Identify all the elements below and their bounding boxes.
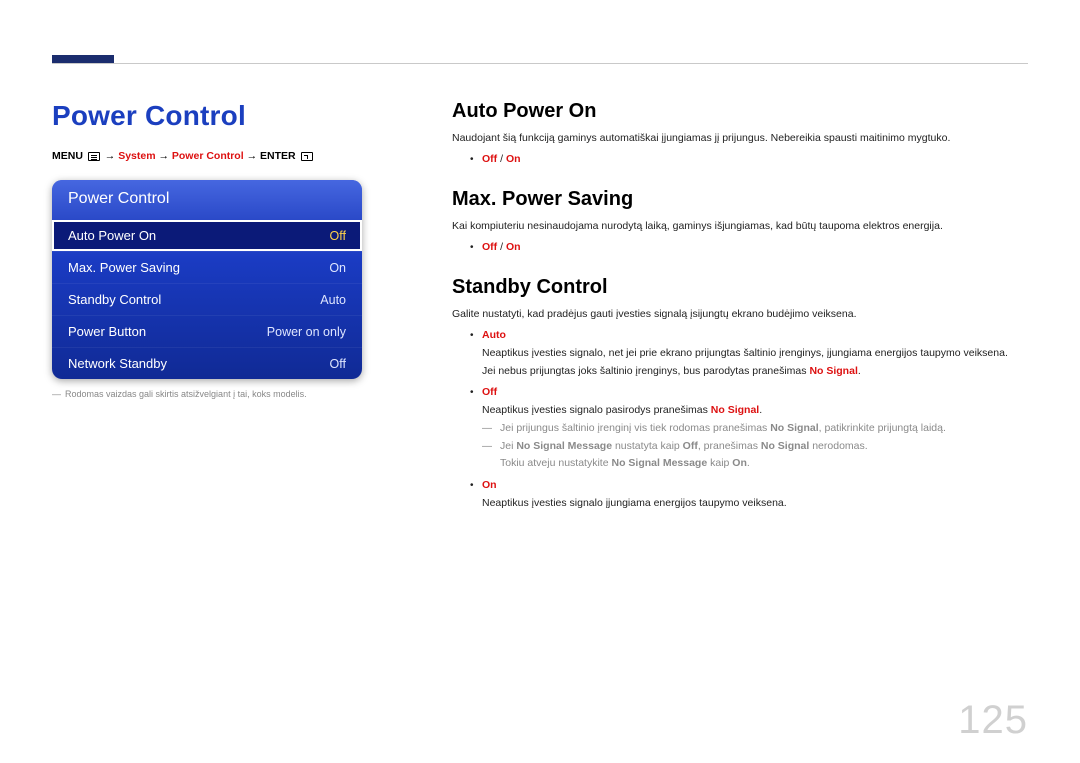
standby-auto: Auto	[452, 328, 1028, 344]
menu-item-power-button[interactable]: Power Button Power on only	[52, 315, 362, 347]
top-marker	[52, 55, 114, 63]
menu-item-label: Network Standby	[68, 356, 167, 371]
standby-off-note1: Jei prijungus šaltinio įrenginį vis tiek…	[452, 421, 1028, 437]
menu-item-label: Auto Power On	[68, 228, 156, 243]
text-standby-control-intro: Galite nustatyti, kad pradėjus gauti įve…	[452, 307, 1028, 322]
option-max-power-saving: Off / On	[452, 240, 1028, 256]
standby-auto-line1: Neaptikus įvesties signalo, net jei prie…	[452, 346, 1028, 362]
breadcrumb-menu: MENU	[52, 150, 83, 162]
breadcrumb-system: System	[118, 150, 155, 162]
option-off: Off	[482, 241, 497, 253]
standby-on: On	[452, 478, 1028, 494]
menu-item-standby-control[interactable]: Standby Control Auto	[52, 283, 362, 315]
menu-panel: Power Control Auto Power On Off Max. Pow…	[52, 180, 362, 379]
menu-item-value: On	[329, 261, 346, 275]
option-auto-power-on: Off / On	[452, 152, 1028, 168]
section-max-power-saving: Max. Power Saving Kai kompiuteriu nesina…	[452, 188, 1028, 256]
model-note: ―Rodomas vaizdas gali skirtis atsižvelgi…	[52, 389, 362, 399]
menu-item-value: Auto	[320, 293, 346, 307]
text-auto-power-on: Naudojant šią funkciją gaminys automatiš…	[452, 131, 1028, 146]
section-standby-control: Standby Control Galite nustatyti, kad pr…	[452, 276, 1028, 512]
menu-item-label: Power Button	[68, 324, 146, 339]
arrow-icon: →	[105, 150, 116, 162]
standby-off-note2: Jei No Signal Message nustatyta kaip Off…	[452, 439, 1028, 455]
menu-panel-header: Power Control	[52, 180, 362, 220]
menu-item-max-power-saving[interactable]: Max. Power Saving On	[52, 251, 362, 283]
menu-item-label: Max. Power Saving	[68, 260, 180, 275]
heading-standby-control: Standby Control	[452, 276, 1028, 299]
standby-off-label: Off	[482, 386, 497, 398]
standby-auto-label: Auto	[482, 329, 506, 341]
option-on: On	[506, 153, 521, 165]
standby-off-note3: Tokiu atveju nustatykite No Signal Messa…	[452, 456, 1028, 472]
model-note-text: Rodomas vaizdas gali skirtis atsižvelgia…	[65, 389, 307, 399]
standby-off-line1: Neaptikus įvesties signalo pasirodys pra…	[452, 403, 1028, 419]
enter-icon	[301, 152, 313, 161]
menu-item-value: Power on only	[267, 325, 346, 339]
arrow-icon: →	[247, 150, 258, 162]
standby-on-label: On	[482, 479, 497, 491]
text-max-power-saving: Kai kompiuteriu nesinaudojama nurodytą l…	[452, 219, 1028, 234]
standby-on-line: Neaptikus įvesties signalo įjungiama ene…	[452, 496, 1028, 512]
menu-item-auto-power-on[interactable]: Auto Power On Off	[52, 220, 362, 251]
breadcrumb-power-control: Power Control	[172, 150, 244, 162]
option-slash: /	[497, 153, 506, 165]
menu-item-value: Off	[330, 357, 346, 371]
menu-item-label: Standby Control	[68, 292, 161, 307]
menu-item-value: Off	[330, 229, 346, 243]
heading-max-power-saving: Max. Power Saving	[452, 188, 1028, 211]
heading-auto-power-on: Auto Power On	[452, 100, 1028, 123]
option-slash: /	[497, 241, 506, 253]
breadcrumb-enter: ENTER	[260, 150, 296, 162]
breadcrumb: MENU → System → Power Control → ENTER	[52, 150, 362, 162]
page-number: 125	[958, 698, 1028, 743]
menu-item-network-standby[interactable]: Network Standby Off	[52, 347, 362, 379]
section-auto-power-on: Auto Power On Naudojant šią funkciją gam…	[452, 100, 1028, 168]
top-rule	[52, 63, 1028, 64]
arrow-icon: →	[158, 150, 169, 162]
option-off: Off	[482, 153, 497, 165]
menu-icon	[88, 152, 100, 161]
standby-off: Off	[452, 385, 1028, 401]
standby-auto-line2: Jei nebus prijungtas joks šaltinio įreng…	[452, 364, 1028, 380]
option-on: On	[506, 241, 521, 253]
page-title: Power Control	[52, 100, 362, 132]
